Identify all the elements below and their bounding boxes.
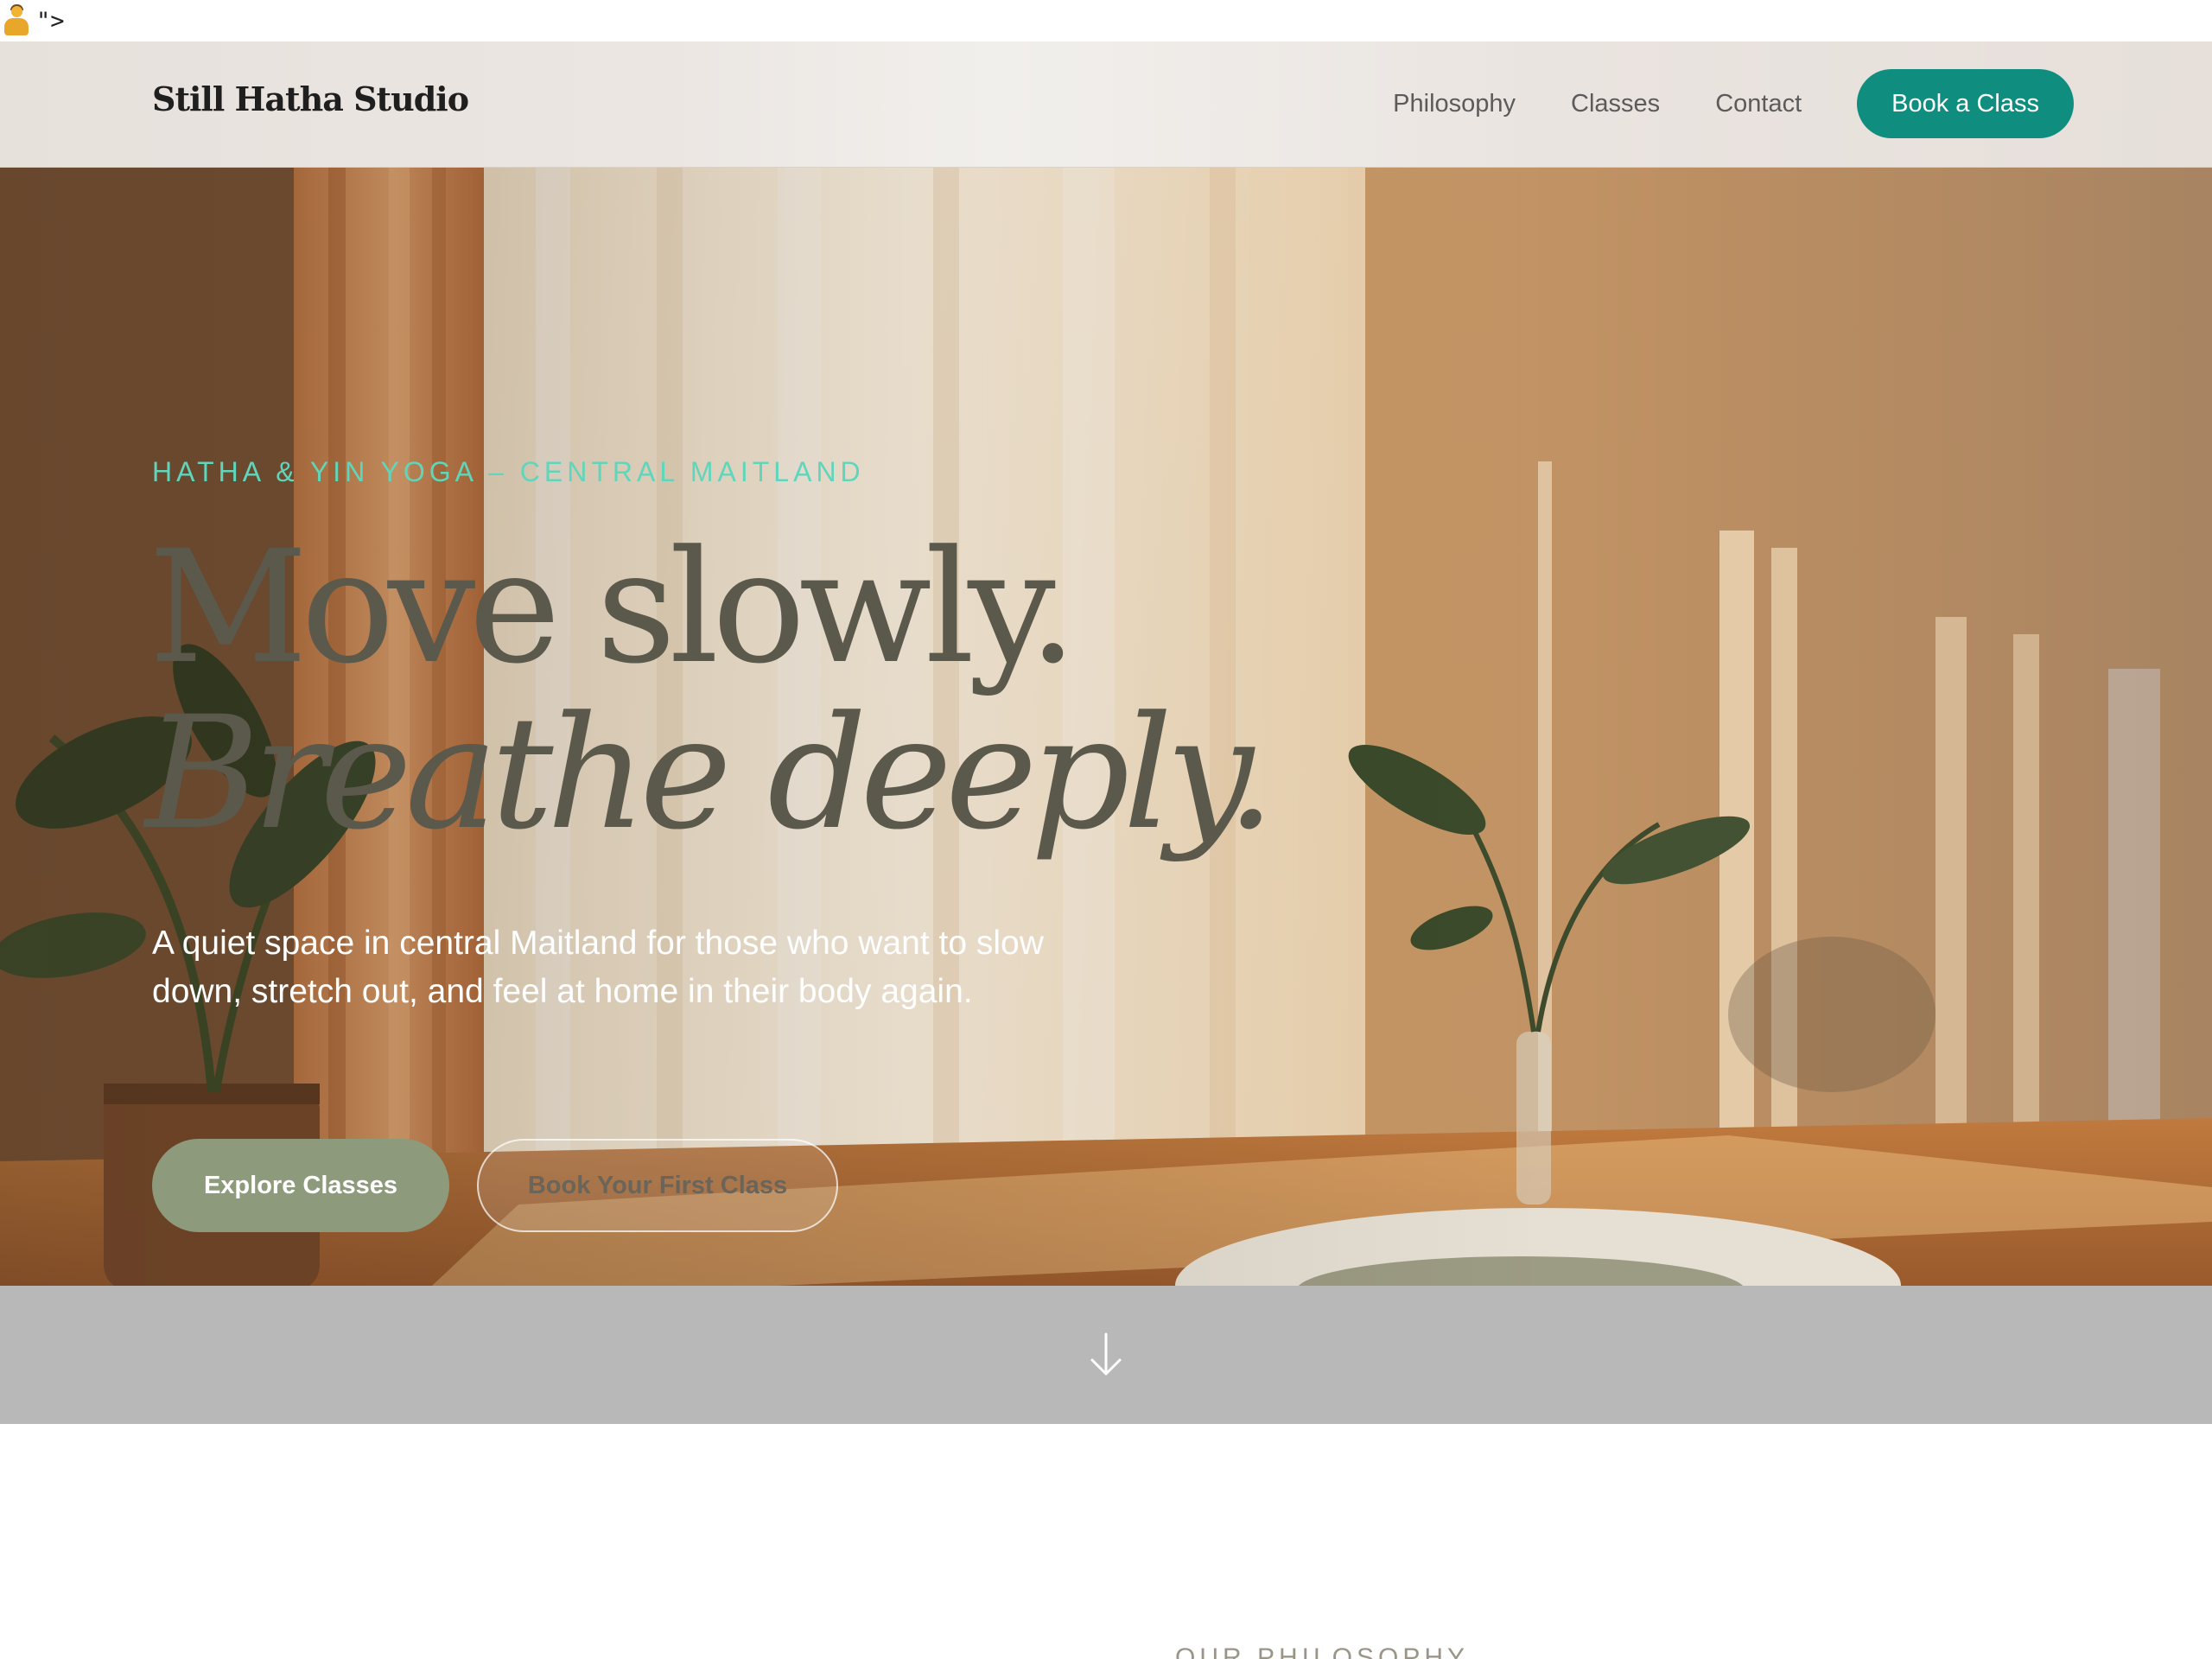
stray-text: "> (36, 7, 65, 35)
meditation-emoji-icon (2, 4, 31, 37)
hero-description: A quiet space in central Maitland for th… (152, 925, 1044, 1010)
hero-headline-line1: Move slowly. (149, 518, 1077, 698)
main-nav: Philosophy Classes Contact Book a Class (1338, 69, 2074, 138)
philosophy-section: OUR PHILOSOPHY (0, 1424, 2212, 1659)
hero-section: HATHA & YIN YOGA – CENTRAL MAITLAND Move… (0, 168, 2212, 1286)
brand-logo[interactable]: Still Hatha Studio (152, 79, 469, 118)
scroll-indicator-band (0, 1286, 2212, 1424)
explore-classes-button[interactable]: Explore Classes (152, 1139, 449, 1232)
arrow-down-icon[interactable] (1085, 1327, 1127, 1382)
stray-text-strip: "> (0, 0, 2212, 41)
philosophy-eyebrow: OUR PHILOSOPHY (1175, 1643, 1470, 1659)
book-a-class-button[interactable]: Book a Class (1857, 69, 2074, 138)
hero-headline-line2: Breathe deeply. (145, 683, 1275, 864)
hero-eyebrow: HATHA & YIN YOGA – CENTRAL MAITLAND (152, 456, 865, 487)
nav-link-contact[interactable]: Contact (1715, 90, 1802, 118)
nav-link-classes[interactable]: Classes (1571, 90, 1660, 118)
book-first-class-button[interactable]: Book Your First Class (477, 1139, 838, 1232)
site-header: Still Hatha Studio Philosophy Classes Co… (0, 41, 2212, 168)
nav-link-philosophy[interactable]: Philosophy (1393, 90, 1516, 118)
